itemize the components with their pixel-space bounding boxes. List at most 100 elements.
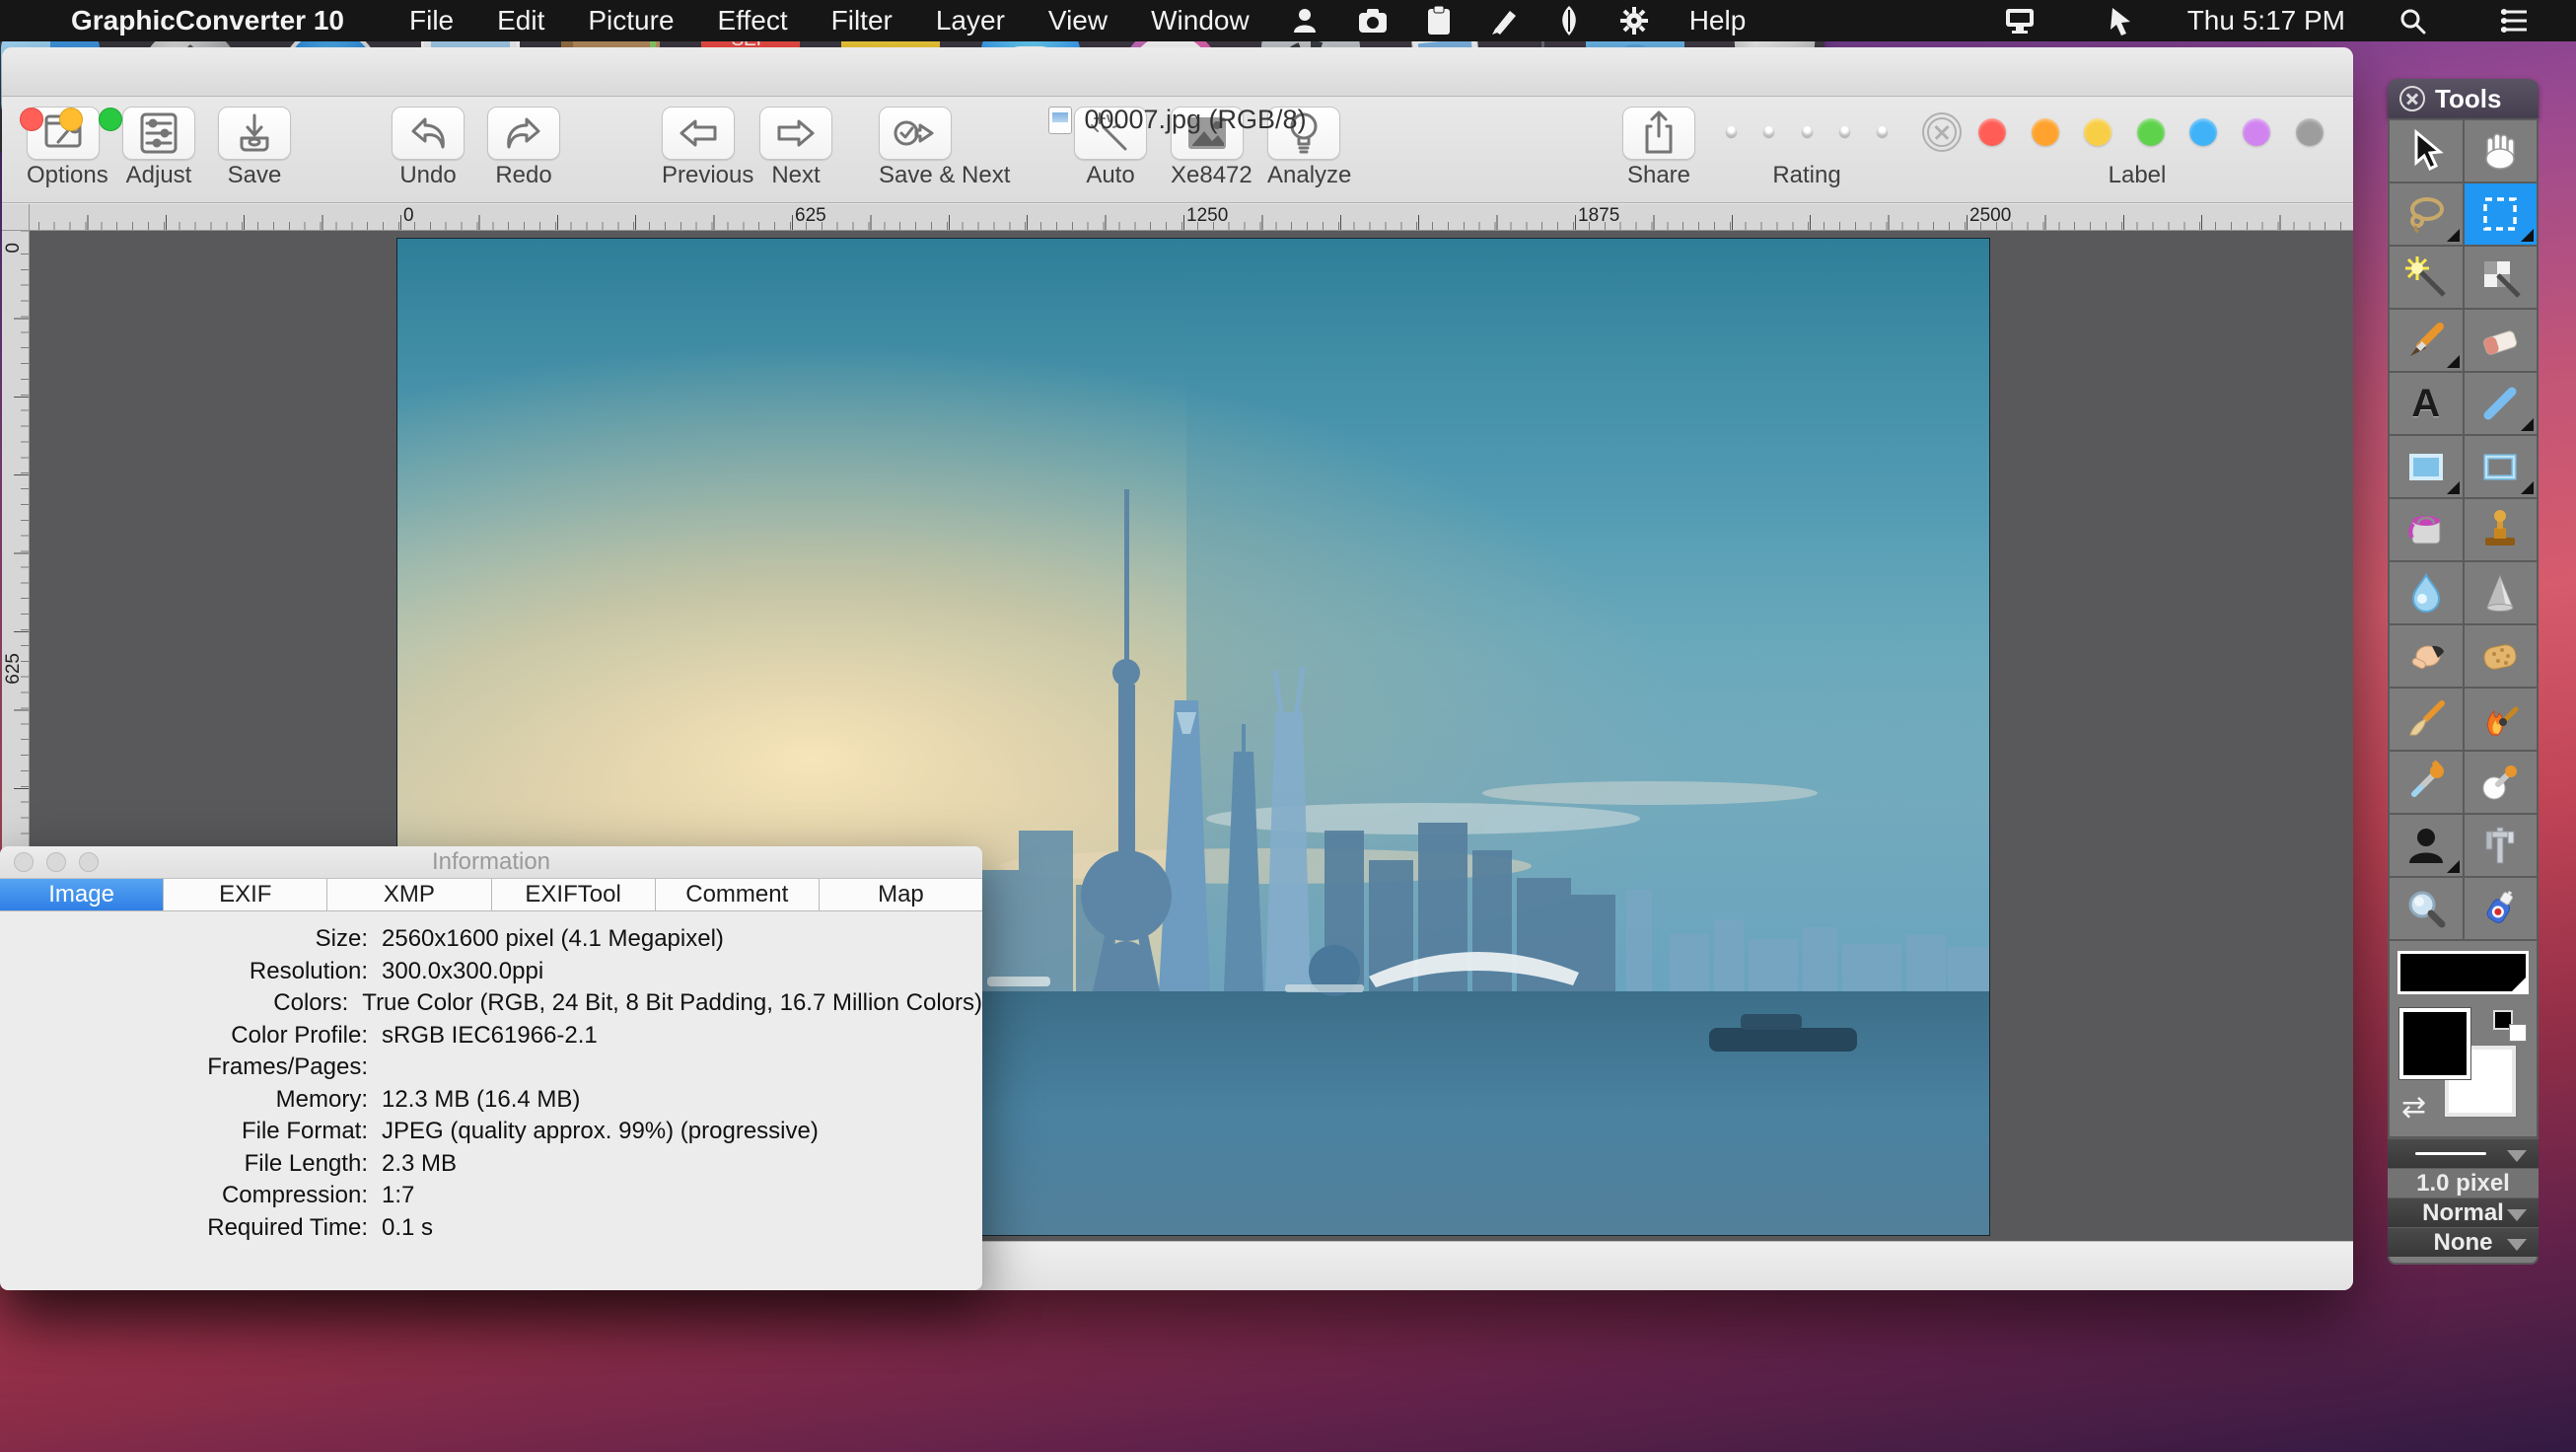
- information-title: Information: [432, 848, 550, 875]
- sharpen-cone-tool[interactable]: [2465, 562, 2538, 623]
- menu-layer[interactable]: Layer: [936, 5, 1005, 36]
- notification-center-icon[interactable]: [2499, 8, 2529, 34]
- clock[interactable]: Thu 5:17 PM: [2187, 5, 2345, 36]
- menu-picture[interactable]: Picture: [588, 5, 674, 36]
- info-close-button[interactable]: [14, 852, 34, 872]
- menu-filter[interactable]: Filter: [831, 5, 893, 36]
- menu-bar: GraphicConverter 10 File Edit Picture Ef…: [0, 0, 2576, 41]
- menu-effect[interactable]: Effect: [718, 5, 788, 36]
- tab-exif[interactable]: EXIF: [164, 879, 327, 910]
- magic-wand-tool[interactable]: [2390, 247, 2463, 308]
- stamp-tool[interactable]: [2465, 499, 2538, 560]
- info-row-memory: Memory:12.3 MB (16.4 MB): [0, 1084, 982, 1117]
- transparent-wand-tool[interactable]: [2465, 247, 2538, 308]
- adjust-label: Adjust: [122, 162, 195, 189]
- auto-label: Auto: [1074, 162, 1147, 189]
- portrait-tool[interactable]: [2390, 815, 2463, 876]
- options-label: Options: [27, 162, 100, 189]
- paintbrush-tool[interactable]: [2390, 310, 2463, 371]
- save-next-label: Save & Next: [879, 162, 952, 189]
- line-width-value: 1.0 pixel: [2388, 1168, 2539, 1198]
- info-row-color-profile: Color Profile:sRGB IEC61966-2.1: [0, 1020, 982, 1053]
- info-zoom-button[interactable]: [79, 852, 99, 872]
- info-row-required-time: Required Time:0.1 s: [0, 1212, 982, 1245]
- burn-tool[interactable]: [2465, 689, 2538, 750]
- information-window: Information Image EXIF XMP EXIFTool Comm…: [0, 846, 982, 1290]
- app-menu-title[interactable]: GraphicConverter 10: [71, 5, 344, 36]
- pen-menu-icon[interactable]: [1490, 7, 1518, 35]
- hruler-2500: 2500: [1969, 205, 2011, 227]
- filled-rect-tool[interactable]: [2390, 436, 2463, 497]
- brush-preview-swatch[interactable]: [2397, 951, 2529, 994]
- measure-caliper-tool[interactable]: [2465, 815, 2538, 876]
- line-tool[interactable]: [2465, 373, 2538, 434]
- knife-menu-icon[interactable]: [1557, 6, 1581, 36]
- ruler-corner: [2, 204, 30, 231]
- swap-colors-icon[interactable]: ⇄: [2401, 1090, 2426, 1125]
- blend-mode-dropdown[interactable]: Normal: [2388, 1198, 2539, 1227]
- tab-comment[interactable]: Comment: [656, 879, 820, 910]
- effect-dropdown[interactable]: None: [2388, 1227, 2539, 1257]
- hand-tool[interactable]: [2465, 120, 2538, 182]
- hruler-0: 0: [403, 205, 414, 227]
- dust-brush-tool[interactable]: [2390, 689, 2463, 750]
- color-section: ⇄: [2388, 941, 2539, 1138]
- clipboard-menu-icon[interactable]: [1427, 6, 1451, 36]
- window-title: 00007.jpg (RGB/8): [2, 105, 2353, 135]
- tools-palette: Tools A ⇄: [2388, 79, 2539, 1267]
- save-label: Save: [218, 162, 291, 189]
- text-tool[interactable]: A: [2390, 373, 2463, 434]
- desktop-wallpaper: { "colors": { "selection_blue": "#1f97f3…: [0, 0, 2576, 1452]
- eraser-tool[interactable]: [2465, 310, 2538, 371]
- foreground-color-swatch[interactable]: [2399, 1008, 2470, 1079]
- redo-label: Redo: [487, 162, 560, 189]
- retouch-dropper-tool[interactable]: [2465, 752, 2538, 813]
- tab-map[interactable]: Map: [820, 879, 982, 910]
- menu-help[interactable]: Help: [1689, 5, 1747, 36]
- chevron-down-icon: [2507, 1209, 2527, 1221]
- zoom-tool[interactable]: [2390, 878, 2463, 939]
- tab-image[interactable]: Image: [0, 879, 164, 910]
- outline-rect-tool[interactable]: [2465, 436, 2538, 497]
- paint-bucket-tool[interactable]: [2390, 499, 2463, 560]
- vruler-0: 0: [3, 243, 25, 254]
- display-status-icon[interactable]: [2004, 7, 2036, 35]
- tools-title: Tools: [2435, 84, 2501, 114]
- next-label: Next: [759, 162, 832, 189]
- tab-xmp[interactable]: XMP: [327, 879, 491, 910]
- analyze-label: Analyze: [1267, 162, 1340, 189]
- lasso-tool[interactable]: [2390, 183, 2463, 245]
- info-row-size: Size:2560x1600 pixel (4.1 Megapixel): [0, 923, 982, 956]
- blur-drop-tool[interactable]: [2390, 562, 2463, 623]
- info-row-resolution: Resolution:300.0x300.0ppi: [0, 956, 982, 988]
- menu-view[interactable]: View: [1048, 5, 1108, 36]
- hruler-1875: 1875: [1578, 205, 1619, 227]
- default-colors-icon[interactable]: [2493, 1010, 2527, 1042]
- line-style-dropdown[interactable]: [2388, 1138, 2539, 1168]
- rating-label: Rating: [1770, 162, 1843, 189]
- menu-edit[interactable]: Edit: [497, 5, 544, 36]
- person-menu-icon[interactable]: [1291, 7, 1319, 35]
- gear-menu-icon[interactable]: [1620, 7, 1648, 35]
- undo-label: Undo: [392, 162, 465, 189]
- window-title-bar[interactable]: [2, 47, 2353, 97]
- pointer-status-icon[interactable]: [2109, 6, 2134, 36]
- tab-exiftool[interactable]: EXIFTool: [492, 879, 656, 910]
- xe8472-label: Xe8472: [1171, 162, 1244, 189]
- menu-window[interactable]: Window: [1151, 5, 1250, 36]
- menu-file[interactable]: File: [409, 5, 454, 36]
- information-title-bar[interactable]: Information: [0, 846, 982, 878]
- eyedropper-tool[interactable]: [2390, 752, 2463, 813]
- spotlight-icon[interactable]: [2398, 7, 2426, 35]
- glue-bottle-tool[interactable]: [2465, 878, 2538, 939]
- camera-menu-icon[interactable]: [1358, 8, 1388, 34]
- rect-select-tool[interactable]: [2465, 183, 2538, 245]
- tools-close-icon[interactable]: [2399, 86, 2425, 111]
- move-tool[interactable]: [2390, 120, 2463, 182]
- sponge-tool[interactable]: [2465, 625, 2538, 687]
- info-row-compression: Compression:1:7: [0, 1180, 982, 1212]
- horizontal-ruler: 0 625 1250 1875 2500: [2, 204, 2353, 231]
- tools-title-bar[interactable]: Tools: [2388, 79, 2539, 118]
- info-minimize-button[interactable]: [46, 852, 66, 872]
- smudge-finger-tool[interactable]: [2390, 625, 2463, 687]
